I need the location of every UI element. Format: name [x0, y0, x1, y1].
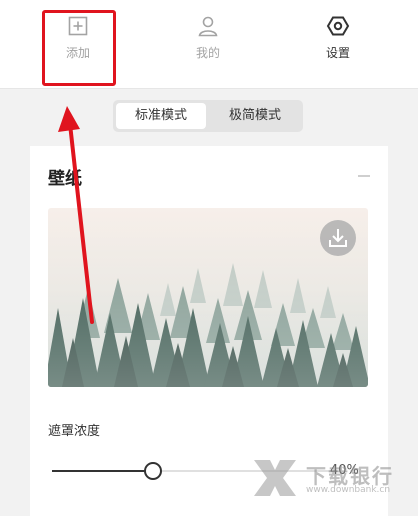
watermark-url: www.downbank.cn — [306, 485, 391, 495]
wallpaper-title: 壁纸 — [48, 169, 82, 189]
download-button[interactable] — [320, 220, 356, 256]
download-icon — [329, 229, 347, 247]
mode-simple-button[interactable]: 极简模式 — [210, 103, 300, 129]
settings-hexagon-icon — [326, 16, 350, 36]
slider-thumb[interactable] — [143, 462, 162, 480]
collapse-icon[interactable] — [358, 175, 370, 177]
watermark: 下载银行 www.downbank.cn — [250, 456, 410, 500]
mode-switch: 标准模式 极简模式 — [113, 100, 303, 132]
slider-fill — [52, 470, 153, 472]
user-icon — [198, 16, 218, 37]
nav-settings-label: 设置 — [325, 46, 350, 60]
mode-standard-button[interactable]: 标准模式 — [116, 103, 206, 129]
mask-opacity-label: 遮罩浓度 — [48, 424, 101, 439]
highlight-annotation-box — [42, 10, 116, 86]
wallpaper-preview[interactable] — [48, 208, 368, 387]
watermark-logo-icon — [254, 460, 296, 496]
nav-mine-label: 我的 — [195, 46, 220, 60]
nav-mine[interactable]: 我的 — [168, 14, 248, 61]
nav-settings[interactable]: 设置 — [298, 14, 378, 61]
